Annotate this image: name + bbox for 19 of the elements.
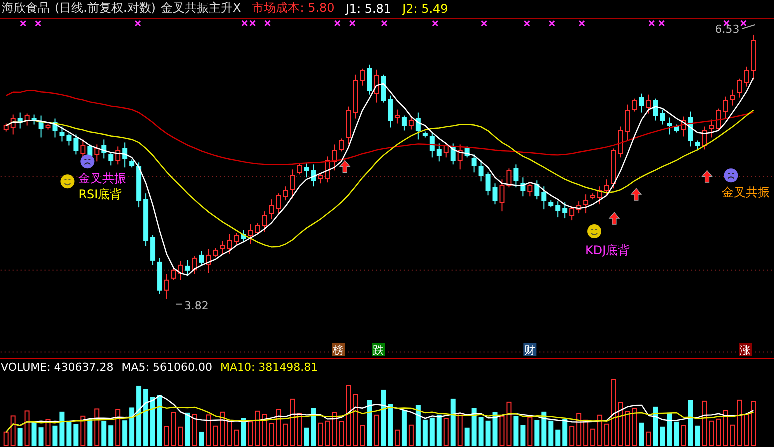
signal-label: 金叉共振	[722, 186, 770, 200]
indicator-reading: J2: 5.49	[402, 2, 448, 16]
signal-label: RSI底背	[78, 188, 122, 202]
event-badge[interactable]: 财	[524, 343, 537, 356]
event-badge[interactable]: 涨	[739, 343, 752, 356]
volume-reading: MA5: 561060.00	[122, 360, 212, 374]
low-price-label: 3.82	[184, 299, 209, 312]
volume-reading: VOLUME: 430637.28	[1, 360, 114, 374]
indicator-reading: 市场成本: 5.80	[252, 0, 335, 18]
indicator-reading: J1: 5.81	[346, 2, 392, 16]
event-badge[interactable]: 跌	[372, 343, 385, 356]
high-price-label: 6.53	[715, 22, 740, 36]
event-badge[interactable]: 榜	[332, 343, 346, 356]
signal-label: KDJ底背	[586, 243, 630, 258]
chart-period: (日线.前复权.对数)	[55, 0, 156, 18]
stock-name: 海欣食品	[2, 0, 50, 18]
volume-reading: MA10: 381498.81	[220, 360, 318, 374]
signal-label: 金叉共振	[78, 172, 127, 186]
indicator-name: 金叉共振主升X	[161, 0, 242, 18]
